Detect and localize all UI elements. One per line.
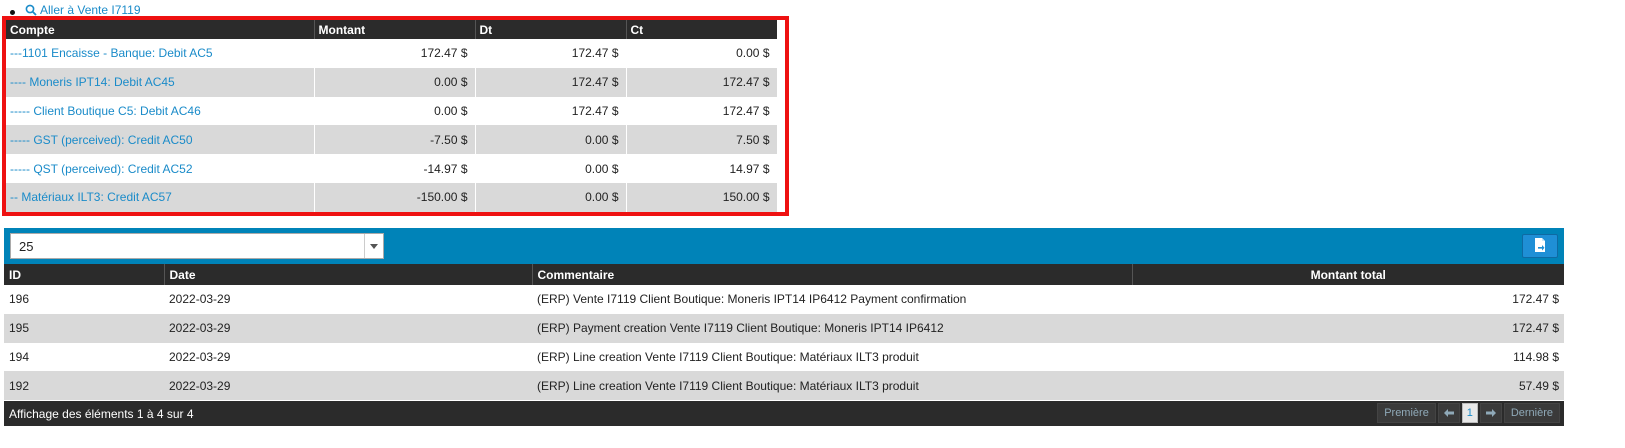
- montant-cell: -14.97 $: [314, 154, 476, 183]
- account-link[interactable]: ---- Moneris IPT14: Debit AC45: [10, 75, 175, 89]
- first-page-button[interactable]: Première: [1377, 403, 1436, 423]
- account-link[interactable]: -- Matériaux ILT3: Credit AC57: [10, 190, 172, 204]
- date-cell: 2022-03-29: [164, 313, 532, 343]
- dt-cell: 0.00 $: [475, 125, 627, 155]
- page-1-button[interactable]: 1: [1461, 403, 1478, 423]
- dt-cell: 0.00 $: [475, 154, 627, 183]
- ct-cell: 172.47 $: [626, 96, 778, 126]
- account-row: ----- GST (perceived): Credit AC50 -7.50…: [6, 125, 778, 155]
- entries-table-wrap: ID Date Commentaire Montant total 196 20…: [4, 264, 1564, 401]
- comment-cell: (ERP) Line creation Vente I7119 Client B…: [532, 371, 1132, 401]
- dt-cell: 0.00 $: [475, 182, 627, 212]
- date-cell: 2022-03-29: [164, 371, 532, 401]
- arrow-right-icon: [1485, 409, 1496, 417]
- account-link[interactable]: ----- QST (perceived): Credit AC52: [10, 162, 193, 176]
- entries-table: ID Date Commentaire Montant total 196 20…: [4, 264, 1564, 401]
- table-row[interactable]: 192 2022-03-29 (ERP) Line creation Vente…: [4, 371, 1564, 401]
- export-button[interactable]: [1522, 234, 1558, 258]
- accounts-header-row: Compte Montant Dt Ct: [6, 20, 777, 39]
- table-toolbar: 25: [4, 228, 1564, 264]
- ct-cell: 14.97 $: [626, 154, 778, 183]
- go-to-sale-label: Aller à Vente I7119: [40, 3, 141, 17]
- bullet: [10, 9, 15, 15]
- account-row: ----- QST (perceived): Credit AC52 -14.9…: [6, 154, 778, 183]
- page-size-value: 25: [19, 239, 34, 254]
- arrow-left-icon: [1443, 409, 1454, 417]
- account-cell: -- Matériaux ILT3: Credit AC57: [6, 182, 315, 212]
- id-cell: 194: [9, 349, 30, 364]
- col-header-date[interactable]: Date: [164, 264, 533, 285]
- account-row: ---1101 Encaisse - Banque: Debit AC5 172…: [6, 39, 778, 68]
- account-cell: ---- Moneris IPT14: Debit AC45: [6, 67, 315, 97]
- dt-cell: 172.47 $: [475, 39, 627, 68]
- date-cell: 2022-03-29: [169, 349, 231, 364]
- chevron-down-icon[interactable]: [364, 234, 383, 258]
- id-cell: 195: [4, 313, 164, 343]
- id-cell: 192: [4, 371, 164, 401]
- ct-cell: 150.00 $: [626, 182, 778, 212]
- col-header-id[interactable]: ID: [4, 264, 165, 285]
- go-to-sale-link[interactable]: Aller à Vente I7119: [25, 3, 141, 17]
- total-cell: 172.47 $: [1512, 292, 1559, 307]
- montant-cell: 0.00 $: [314, 96, 476, 126]
- col-header-ct[interactable]: Ct: [626, 20, 777, 39]
- col-header-dt[interactable]: Dt: [475, 20, 627, 39]
- search-icon: [25, 4, 37, 16]
- dt-cell: 172.47 $: [475, 67, 627, 97]
- total-cell: 114.98 $: [1513, 349, 1559, 364]
- account-link[interactable]: ----- Client Boutique C5: Debit AC46: [10, 104, 201, 118]
- col-header-compte[interactable]: Compte: [6, 20, 315, 39]
- montant-cell: 0.00 $: [314, 67, 476, 97]
- account-link[interactable]: ---1101 Encaisse - Banque: Debit AC5: [10, 46, 213, 60]
- id-cell: 196: [9, 292, 30, 307]
- account-row: ---- Moneris IPT14: Debit AC45 0.00 $ 17…: [6, 67, 778, 97]
- account-row: -- Matériaux ILT3: Credit AC57 -150.00 $…: [6, 182, 778, 212]
- account-link[interactable]: ----- GST (perceived): Credit AC50: [10, 133, 193, 147]
- total-cell: 172.47 $: [1132, 313, 1564, 343]
- accounts-table: Compte Montant Dt Ct ---1101 Encaisse - …: [6, 20, 778, 212]
- page-size-select[interactable]: 25: [10, 233, 384, 259]
- prev-page-button[interactable]: [1437, 403, 1460, 423]
- accounts-table-highlight: Compte Montant Dt Ct ---1101 Encaisse - …: [2, 16, 789, 216]
- account-cell: ----- Client Boutique C5: Debit AC46: [6, 96, 315, 126]
- entries-header-row: ID Date Commentaire Montant total: [4, 264, 1564, 285]
- table-footer: Affichage des éléments 1 à 4 sur 4 Premi…: [4, 401, 1564, 426]
- next-page-button[interactable]: [1479, 403, 1502, 423]
- account-row: ----- Client Boutique C5: Debit AC46 0.0…: [6, 96, 778, 126]
- date-cell: 2022-03-29: [169, 292, 231, 307]
- ct-cell: 0.00 $: [626, 39, 778, 68]
- dt-cell: 172.47 $: [475, 96, 627, 126]
- export-file-icon: [1534, 237, 1546, 255]
- ct-cell: 7.50 $: [626, 125, 778, 155]
- comment-cell: (ERP) Vente I7119 Client Boutique: Moner…: [537, 292, 967, 307]
- table-row[interactable]: 195 2022-03-29 (ERP) Payment creation Ve…: [4, 313, 1564, 343]
- col-header-montant[interactable]: Montant: [314, 20, 476, 39]
- total-cell: 57.49 $: [1132, 371, 1564, 401]
- montant-cell: -150.00 $: [314, 182, 476, 212]
- col-header-montant-total[interactable]: Montant total: [1132, 264, 1564, 285]
- last-page-button[interactable]: Dernière: [1503, 403, 1560, 423]
- pagination-info: Affichage des éléments 1 à 4 sur 4: [9, 407, 194, 421]
- pagination: Première 1 Dernière: [1377, 403, 1560, 423]
- account-cell: ---1101 Encaisse - Banque: Debit AC5: [6, 39, 315, 68]
- montant-cell: -7.50 $: [314, 125, 476, 155]
- col-header-commentaire[interactable]: Commentaire: [532, 264, 1133, 285]
- comment-cell: (ERP) Line creation Vente I7119 Client B…: [537, 349, 919, 364]
- montant-cell: 172.47 $: [314, 39, 476, 68]
- table-row[interactable]: 196 2022-03-29 (ERP) Vente I7119 Client …: [4, 285, 1564, 314]
- table-row[interactable]: 194 2022-03-29 (ERP) Line creation Vente…: [4, 343, 1564, 372]
- ct-cell: 172.47 $: [626, 67, 778, 97]
- account-cell: ----- GST (perceived): Credit AC50: [6, 125, 315, 155]
- account-cell: ----- QST (perceived): Credit AC52: [6, 154, 315, 183]
- comment-cell: (ERP) Payment creation Vente I7119 Clien…: [532, 313, 1132, 343]
